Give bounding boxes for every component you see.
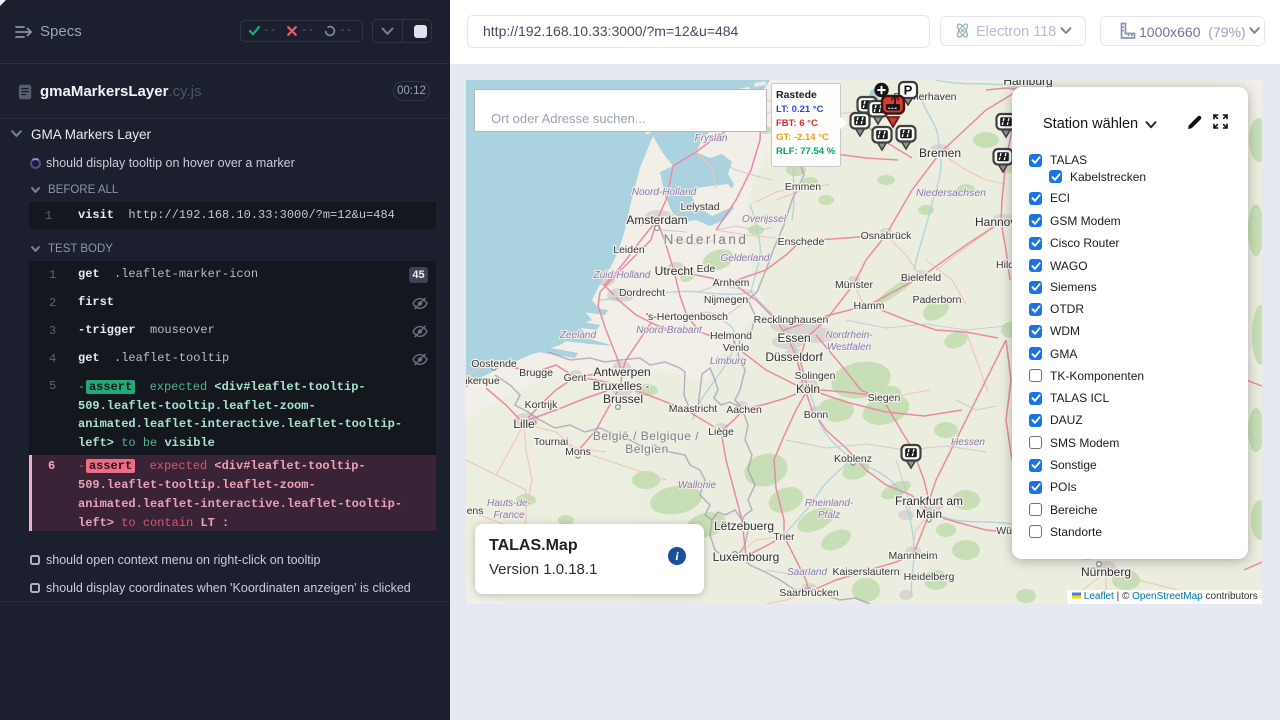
svg-text:Venlo: Venlo [723,342,749,354]
svg-text:Köln: Köln [796,382,820,396]
svg-text:Fryslân: Fryslân [695,133,728,144]
svg-text:Osnabrück: Osnabrück [861,230,913,242]
svg-text:Paderborn: Paderborn [912,294,961,306]
svg-text:Enschede: Enschede [778,236,825,248]
svg-text:Belgien: Belgien [625,442,669,456]
svg-text:Lelystad: Lelystad [680,201,719,213]
svg-text:Bielefeld: Bielefeld [901,272,941,284]
svg-text:Main: Main [916,507,942,521]
svg-text:Essen: Essen [777,331,810,345]
svg-text:Emmen: Emmen [785,181,821,193]
svg-text:Noord-Holland: Noord-Holland [632,187,697,198]
svg-text:Limburg: Limburg [710,356,747,367]
svg-text:Kaiserslautern: Kaiserslautern [832,566,899,578]
svg-text:Noord-Brabant: Noord-Brabant [636,325,703,336]
svg-text:Heidelberg: Heidelberg [904,571,955,583]
svg-text:Mannheim: Mannheim [888,550,937,562]
svg-text:Nijmegen: Nijmegen [704,294,749,306]
svg-text:Frankfurt am: Frankfurt am [895,494,963,508]
svg-text:Rheinland-: Rheinland- [805,498,854,509]
svg-text:Hauts-de-: Hauts-de- [487,498,532,509]
svg-text:Westfalen: Westfalen [827,342,872,353]
svg-text:Leiden: Leiden [613,244,645,256]
svg-text:Antwerpen: Antwerpen [593,365,650,379]
svg-text:Nürnberg: Nürnberg [1081,565,1131,579]
svg-text:Münster: Münster [835,279,873,291]
svg-text:Pfalz: Pfalz [818,510,840,521]
svg-text:Recklinghausen: Recklinghausen [754,314,829,326]
svg-text:Mons: Mons [565,446,591,458]
svg-text:Siegen: Siegen [868,392,901,404]
svg-text:België / Belgique /: België / Belgique / [593,429,699,443]
svg-text:France: France [493,510,525,521]
svg-text:Luxembourg: Luxembourg [713,550,780,564]
svg-text:Utrecht: Utrecht [655,264,694,278]
svg-text:Saarbrücken: Saarbrücken [779,587,839,599]
svg-text:Gent: Gent [564,372,587,384]
svg-text:Bruxelles -: Bruxelles - [593,379,650,393]
svg-text:Niedersachsen: Niedersachsen [916,187,986,199]
svg-text:Bonn: Bonn [804,409,829,421]
svg-text:Bremen: Bremen [919,146,961,160]
svg-text:Brugge: Brugge [519,367,553,379]
svg-text:Helmond: Helmond [710,330,752,342]
svg-text:Amsterdam: Amsterdam [626,213,687,227]
svg-text:Arnhem: Arnhem [713,277,750,289]
svg-text:Liège: Liège [708,426,734,438]
svg-text:Nordrhein-: Nordrhein- [825,330,873,341]
svg-text:Dunkerque: Dunkerque [466,375,500,387]
svg-text:Brussel: Brussel [603,392,643,406]
svg-text:Lille: Lille [513,417,535,431]
svg-text:Trier: Trier [773,531,795,543]
svg-text:Aachen: Aachen [726,404,762,416]
svg-text:Amiens: Amiens [466,505,484,517]
svg-text:Kortrijk: Kortrijk [525,399,558,411]
svg-text:Hamm: Hamm [854,300,885,312]
svg-text:Solingen: Solingen [795,370,836,382]
svg-text:P: P [904,83,913,98]
svg-text:Dordrecht: Dordrecht [619,287,665,299]
svg-text:Saarland: Saarland [787,567,827,578]
svg-text:Zeeland: Zeeland [559,330,597,341]
svg-text:Nederland: Nederland [664,232,749,247]
svg-text:Düsseldorf: Düsseldorf [765,350,823,364]
svg-text:Gelderland: Gelderland [721,253,770,264]
svg-text:Oostende: Oostende [471,358,517,370]
svg-text:Hessen: Hessen [951,437,985,448]
svg-text:Tournai: Tournai [534,436,568,448]
svg-text:Koblenz: Koblenz [834,453,872,465]
svg-text:Wallonie: Wallonie [678,480,717,491]
svg-text:Lëtzebuerg: Lëtzebuerg [714,519,774,533]
svg-text:Ede: Ede [697,263,716,275]
svg-text:Maastricht: Maastricht [669,403,718,415]
svg-text:Overijssel: Overijssel [742,214,787,225]
svg-text:Zuid-Holland: Zuid-Holland [593,270,651,281]
svg-text:'s-Hertogenbosch: 's-Hertogenbosch [646,311,728,323]
